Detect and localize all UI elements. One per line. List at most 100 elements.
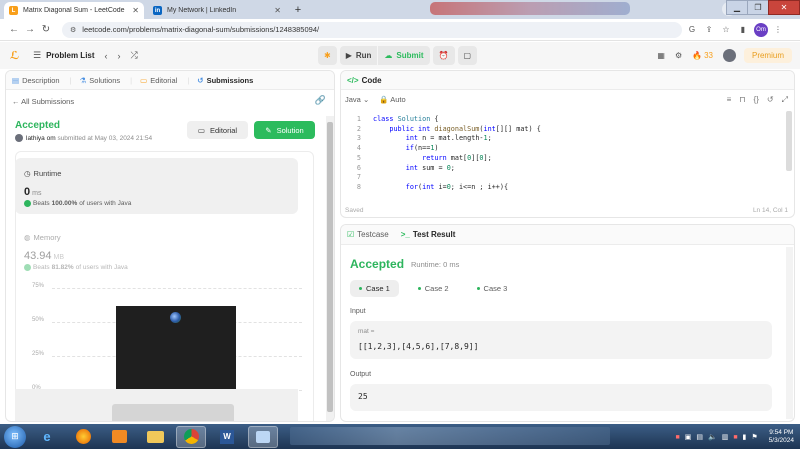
forward-arrow-icon[interactable]: → <box>22 24 38 35</box>
expand-icon[interactable]: ⤢ <box>782 95 788 105</box>
leetcode-icon: L <box>9 6 18 15</box>
timer-icon[interactable]: ⏰ <box>432 46 455 65</box>
tray-app-icon[interactable]: ▥ <box>722 433 729 441</box>
back-arrow-icon[interactable]: ← <box>6 24 22 35</box>
distribution-bar-secondary[interactable] <box>112 404 234 421</box>
tray-app-icon[interactable]: ■ <box>675 434 679 441</box>
new-tab-button[interactable]: + <box>290 2 306 18</box>
case-tab-3[interactable]: Case 3 <box>468 280 517 297</box>
tray-app-icon[interactable]: ▤ <box>696 433 703 441</box>
run-button[interactable]: ▶ Run <box>339 46 378 65</box>
shuffle-icon[interactable]: ⤮ <box>131 50 138 61</box>
case-tab-1[interactable]: Case 1 <box>350 280 399 297</box>
file-explorer-icon[interactable] <box>140 426 170 448</box>
streak-count[interactable]: 33 <box>704 51 713 60</box>
code-line[interactable]: 4 if (n== 1) <box>341 144 781 154</box>
word-icon[interactable]: W <box>212 426 242 448</box>
code-line[interactable]: 5 return mat[0][0]; <box>341 154 781 164</box>
submit-button[interactable]: ☁ Submit <box>378 46 430 65</box>
code-line[interactable]: 6 int sum = 0; <box>341 164 781 174</box>
edit-icon: ✎ <box>265 125 272 135</box>
browser-tab-linkedin[interactable]: in My Network | LinkedIn ✕ <box>148 2 286 19</box>
google-lens-icon[interactable]: G <box>685 25 699 34</box>
code-line[interactable]: 3 int n = mat.length- 1; <box>341 134 781 144</box>
bookmark-star-icon[interactable]: ☆ <box>719 25 733 34</box>
tab-description[interactable]: ▤ Description <box>12 76 60 85</box>
volume-icon[interactable]: 🔈 <box>708 433 717 441</box>
browser-tab-leetcode[interactable]: L Matrix Diagonal Sum - LeetCode ✕ <box>4 2 144 19</box>
case-label: Case 2 <box>424 284 449 293</box>
site-info-icon[interactable]: ⚙ <box>70 26 76 34</box>
chrome-icon[interactable] <box>176 425 206 448</box>
profile-avatar[interactable]: Om <box>754 22 768 37</box>
url-field[interactable]: ⚙ leetcode.com/problems/matrix-diagonal-… <box>62 21 682 38</box>
document-icon: ▤ <box>12 75 20 85</box>
code-line[interactable]: 2 public int diagonalSum(int[][] mat) { <box>341 125 781 135</box>
editorial-button[interactable]: ▭ Editorial <box>187 121 248 139</box>
line-number: 6 <box>356 163 361 172</box>
problem-list-link[interactable]: Problem List <box>46 51 94 60</box>
case-tab-2[interactable]: Case 2 <box>409 280 458 297</box>
history-icon: ↺ <box>197 75 204 85</box>
minimize-button[interactable]: ▁ <box>726 0 748 15</box>
maximize-button[interactable]: ❐ <box>747 0 769 15</box>
memory-label: ◍ Memory <box>24 233 61 242</box>
settings-gear-icon[interactable]: ⚙ <box>675 51 682 60</box>
share-link-icon[interactable]: 🔗 <box>315 95 326 106</box>
media-player-icon[interactable] <box>104 426 134 448</box>
ie-icon[interactable]: e <box>32 426 62 448</box>
auto-mode[interactable]: 🔒 Auto <box>379 95 405 104</box>
flag-icon[interactable]: ⚑ <box>751 433 757 441</box>
code-line[interactable]: 8 for(int i= 0; i<=n ; i++){ <box>341 183 781 193</box>
tab-testcase[interactable]: ☑ Testcase <box>347 230 389 239</box>
paint-icon[interactable] <box>248 425 278 448</box>
tab-editorial[interactable]: ▭ Editorial <box>140 76 177 85</box>
leetcode-logo-icon[interactable]: ℒ <box>10 50 21 62</box>
user-avatar[interactable] <box>722 49 736 62</box>
next-problem-icon[interactable]: › <box>118 51 121 61</box>
tray-app-icon[interactable]: ▣ <box>685 433 692 441</box>
tray-app-icon[interactable]: ■ <box>733 434 737 441</box>
start-button[interactable]: ⊞ <box>4 425 26 448</box>
editor-scrollbar[interactable] <box>786 111 792 171</box>
tab-submissions[interactable]: ↺ Submissions <box>197 76 253 85</box>
menu-kebab-icon[interactable]: ⋮ <box>771 25 785 34</box>
close-tab-icon[interactable]: ✕ <box>274 6 281 15</box>
code-editor[interactable]: 1 class Solution {2 public int diagonalSu… <box>341 115 781 195</box>
firefox-icon[interactable] <box>68 426 98 448</box>
tab-title: Matrix Diagonal Sum - LeetCode <box>23 7 125 14</box>
solution-button[interactable]: ✎ Solution <box>254 121 315 139</box>
scrollbar-thumb[interactable] <box>327 122 333 412</box>
result-scrollbar[interactable] <box>786 247 793 419</box>
close-window-button[interactable]: ✕ <box>768 0 800 15</box>
debug-icon[interactable]: ✱ <box>318 46 337 65</box>
share-icon[interactable]: ⇪ <box>702 25 716 34</box>
clock[interactable]: 9:54 PM 5/3/2024 <box>769 429 794 445</box>
runtime-box[interactable]: ◷ Runtime 0 ms Beats 100.00% of users with J… <box>15 158 298 214</box>
chart-tick: 75% <box>32 283 45 289</box>
input-box: mat = [[1,2,3],[4,5,6],[7,8,9]] <box>350 321 772 359</box>
layout-grid-icon[interactable]: ▦ <box>657 51 665 60</box>
tab-test-result[interactable]: >_ Test Result <box>401 230 456 239</box>
bookmark-icon[interactable]: ⊓ <box>739 95 745 105</box>
braces-icon[interactable]: {} <box>754 95 759 105</box>
language-select[interactable]: Java ⌄ <box>345 95 369 104</box>
notes-icon[interactable]: ▢ <box>457 46 478 65</box>
sidebar-icon[interactable]: ▮ <box>736 25 750 34</box>
case-label: Case 3 <box>483 284 508 293</box>
reload-icon[interactable]: ↻ <box>38 24 54 35</box>
submitter-name[interactable]: lathiya om <box>26 135 56 142</box>
all-submissions-link[interactable]: ← All Submissions <box>12 97 74 106</box>
premium-button[interactable]: Premium <box>743 48 792 63</box>
code-line[interactable]: 7 <box>341 173 781 183</box>
prev-problem-icon[interactable]: ‹ <box>105 51 108 61</box>
memory-box[interactable]: ◍ Memory 43.94 MB Beats 81.82% of users with… <box>15 222 298 278</box>
format-icon[interactable]: ≡ <box>727 95 732 105</box>
code-line[interactable]: 1 class Solution { <box>341 115 781 125</box>
network-icon[interactable]: ▮ <box>743 433 747 441</box>
reset-icon[interactable]: ↺ <box>767 95 774 105</box>
tab-label: Test Result <box>412 230 456 239</box>
close-tab-icon[interactable]: ✕ <box>132 6 139 15</box>
tab-solutions[interactable]: ⚗ Solutions <box>80 76 121 85</box>
